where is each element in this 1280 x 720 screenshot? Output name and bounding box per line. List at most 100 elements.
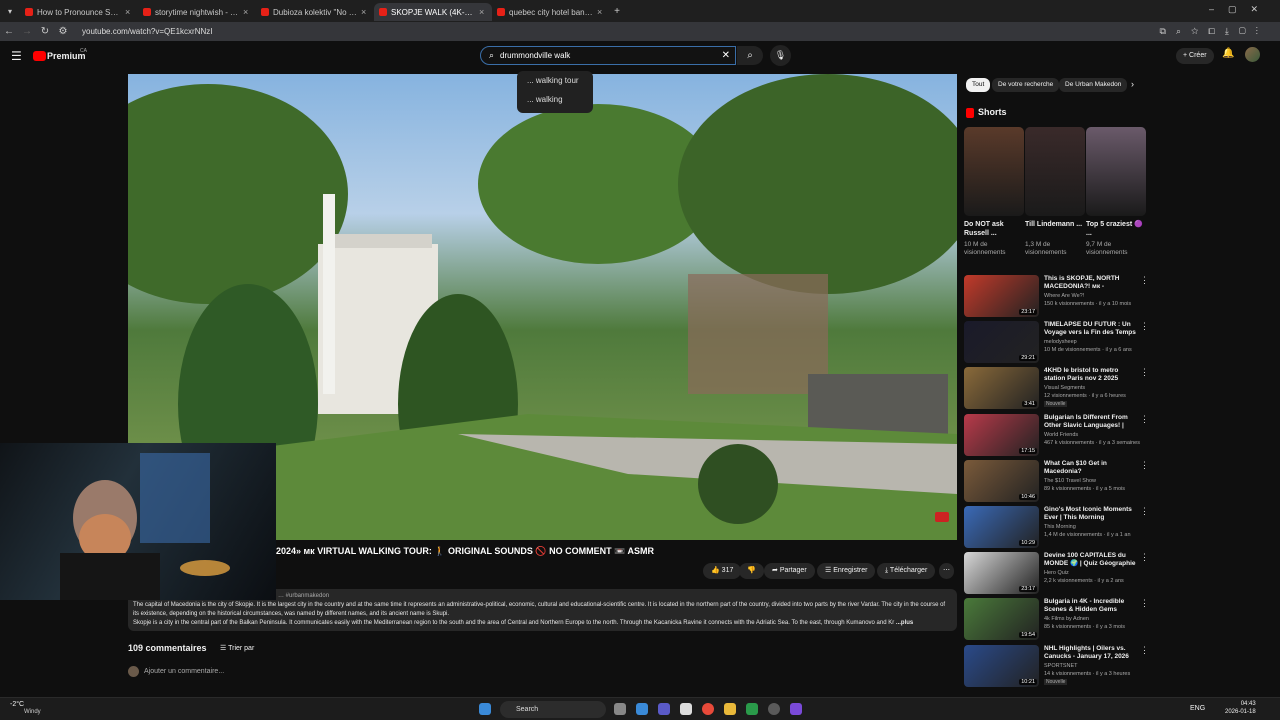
youtube-logo-icon[interactable]	[33, 51, 46, 61]
description-hashtag[interactable]: … #urbanmakedon	[278, 592, 952, 601]
short-thumbnail[interactable]	[964, 127, 1024, 216]
clear-search-icon[interactable]: ✕	[722, 50, 730, 61]
add-comment-input[interactable]: Ajouter un commentaire...	[144, 668, 224, 675]
tab-search-icon[interactable]: ▾	[0, 7, 20, 16]
recommended-video[interactable]: 29:21 TIMELAPSE DU FUTUR : Un Voyage vers…	[964, 321, 1149, 365]
chevron-right-icon[interactable]: ›	[1131, 79, 1134, 89]
save-button[interactable]: ☰ Enregistrer	[817, 563, 876, 579]
video-thumbnail[interactable]: 23:17	[964, 552, 1039, 594]
dislike-button[interactable]: 👎	[739, 563, 764, 579]
video-thumbnail[interactable]: 23:17	[964, 275, 1039, 317]
video-thumbnail[interactable]: 3:41	[964, 367, 1039, 409]
more-options-icon[interactable]: ⋮	[1140, 506, 1149, 517]
store-icon[interactable]	[680, 703, 692, 715]
video-title[interactable]: This is SKOPJE, NORTH MACEDONIA?! мк -	[1044, 275, 1136, 291]
browser-tab-active[interactable]: SKOPJE WALK (4K-60)- Macedo×	[374, 3, 492, 21]
video-title[interactable]: Bulgarian Is Different From Other Slavic…	[1044, 414, 1136, 430]
more-options-icon[interactable]: ⋮	[1140, 460, 1149, 471]
recommended-video[interactable]: 10:46 What Can $10 Get in Macedonia? The $…	[964, 460, 1149, 504]
weather-temp[interactable]: -2°C	[10, 701, 24, 708]
url-field[interactable]: youtube.com/watch?v=QE1kcxrNNzI	[82, 27, 213, 36]
short-title[interactable]: Top 5 craziest 🟣 ...	[1086, 220, 1144, 238]
channel-name[interactable]: 4k Films by Adnen	[1044, 616, 1089, 622]
video-thumbnail[interactable]: 29:21	[964, 321, 1039, 363]
short-title[interactable]: Do NOT ask Russell ...	[964, 220, 1022, 238]
notifications-bell-icon[interactable]: 🔔	[1222, 48, 1234, 59]
search-input[interactable]: ⌕ drummondville walk ✕	[480, 46, 736, 65]
short-thumbnail[interactable]	[1086, 127, 1146, 216]
close-tab-icon[interactable]: ×	[243, 7, 251, 17]
taskbar-search[interactable]: Search	[500, 701, 606, 718]
file-explorer-icon[interactable]	[724, 703, 736, 715]
browser-toolbar-icons[interactable]: ⧉⌕☆⧠⤓▢⋮	[1160, 26, 1268, 37]
channel-name[interactable]: Hero Quiz	[1044, 570, 1069, 576]
browser-tab[interactable]: quebec city hotel bank of cana×	[492, 3, 610, 21]
obs-icon[interactable]	[768, 703, 780, 715]
chrome-icon[interactable]	[702, 703, 714, 715]
show-more-link[interactable]: ...plus	[896, 620, 913, 626]
video-thumbnail[interactable]: 10:29	[964, 506, 1039, 548]
more-options-icon[interactable]: ⋮	[1140, 275, 1149, 286]
more-options-icon[interactable]: ⋮	[1140, 321, 1149, 332]
excel-icon[interactable]	[746, 703, 758, 715]
more-actions-icon[interactable]: ⋯	[939, 563, 954, 579]
system-clock[interactable]: 04:43 2026-01-18	[1225, 700, 1256, 716]
suggestion-item[interactable]: ... walking tour	[517, 71, 593, 90]
channel-name[interactable]: The $10 Travel Show	[1044, 478, 1096, 484]
close-tab-icon[interactable]: ×	[479, 7, 487, 17]
video-title[interactable]: NHL Highlights | Oilers vs. Canucks - Ja…	[1044, 645, 1136, 661]
recommended-video[interactable]: 23:17 Devine 100 CAPITALES du MONDE 🌍 | Q…	[964, 552, 1149, 596]
reload-icon[interactable]: ↻	[36, 26, 54, 37]
avatar[interactable]	[1245, 47, 1260, 62]
menu-icon[interactable]: ☰	[11, 49, 22, 63]
site-info-icon[interactable]: ⚙	[54, 26, 72, 37]
app-icon[interactable]	[790, 703, 802, 715]
recommended-video[interactable]: 17:15 Bulgarian Is Different From Other S…	[964, 414, 1149, 458]
recommended-video[interactable]: 19:54 Bulgaria in 4K - Incredible Scenes …	[964, 598, 1149, 642]
video-title[interactable]: Devine 100 CAPITALES du MONDE 🌍 | Quiz G…	[1044, 552, 1136, 568]
create-button[interactable]: + Créer	[1176, 48, 1214, 64]
short-thumbnail[interactable]	[1025, 127, 1085, 216]
video-title[interactable]: TIMELAPSE DU FUTUR : Un Voyage vers la F…	[1044, 321, 1136, 337]
chip-channel[interactable]: De Urban Makedon	[1059, 78, 1128, 92]
recommended-video[interactable]: 10:29 Gino's Most Iconic Moments Ever | T…	[964, 506, 1149, 550]
task-view-icon[interactable]	[614, 703, 626, 715]
channel-name[interactable]: This Morning	[1044, 524, 1076, 530]
search-button[interactable]: ⌕	[737, 46, 763, 65]
channel-name[interactable]: SPORTSNET	[1044, 663, 1078, 669]
more-options-icon[interactable]: ⋮	[1140, 414, 1149, 425]
channel-name[interactable]: Where Are We?!	[1044, 293, 1084, 299]
suggestion-item[interactable]: ... walking	[517, 90, 593, 109]
recommended-video[interactable]: 23:17 This is SKOPJE, NORTH MACEDONIA?! м…	[964, 275, 1149, 319]
recommended-video[interactable]: 3:41 4KHD le bristol to metro station Par…	[964, 367, 1149, 411]
mic-icon[interactable]: 🎙	[770, 45, 791, 66]
more-options-icon[interactable]: ⋮	[1140, 645, 1149, 656]
new-tab-button[interactable]: +	[610, 6, 624, 17]
close-tab-icon[interactable]: ×	[597, 7, 605, 17]
more-options-icon[interactable]: ⋮	[1140, 552, 1149, 563]
video-title[interactable]: Bulgaria in 4K - Incredible Scenes & Hid…	[1044, 598, 1136, 614]
more-options-icon[interactable]: ⋮	[1140, 367, 1149, 378]
video-title[interactable]: 4KHD le bristol to metro station Paris n…	[1044, 367, 1136, 383]
recommended-video[interactable]: 10:21 NHL Highlights | Oilers vs. Canucks…	[964, 645, 1149, 689]
edge-icon[interactable]	[636, 703, 648, 715]
like-button[interactable]: 👍 317	[703, 563, 742, 579]
short-title[interactable]: Till Lindemann ...	[1025, 220, 1083, 229]
teams-icon[interactable]	[658, 703, 670, 715]
channel-name[interactable]: Visual Segments	[1044, 385, 1085, 391]
channel-name[interactable]: melodysheep	[1044, 339, 1077, 345]
windows-start-icon[interactable]	[479, 703, 491, 715]
browser-tab[interactable]: Dubioza kolektiv "No Escape (f×	[256, 3, 374, 21]
more-options-icon[interactable]: ⋮	[1140, 598, 1149, 609]
video-title[interactable]: What Can $10 Get in Macedonia?	[1044, 460, 1136, 476]
video-title[interactable]: Gino's Most Iconic Moments Ever | This M…	[1044, 506, 1136, 522]
close-tab-icon[interactable]: ×	[361, 7, 369, 17]
forward-icon[interactable]: →	[18, 26, 36, 37]
share-button[interactable]: ➦ Partager	[764, 563, 815, 579]
language-indicator[interactable]: ENG	[1190, 705, 1205, 712]
window-controls[interactable]: –▢✕	[1209, 4, 1272, 15]
download-button[interactable]: ⤓ Télécharger	[877, 563, 936, 579]
close-tab-icon[interactable]: ×	[125, 7, 133, 17]
sort-comments-button[interactable]: ☰ Trier par	[220, 644, 254, 652]
chip-all[interactable]: Tout	[966, 78, 991, 92]
